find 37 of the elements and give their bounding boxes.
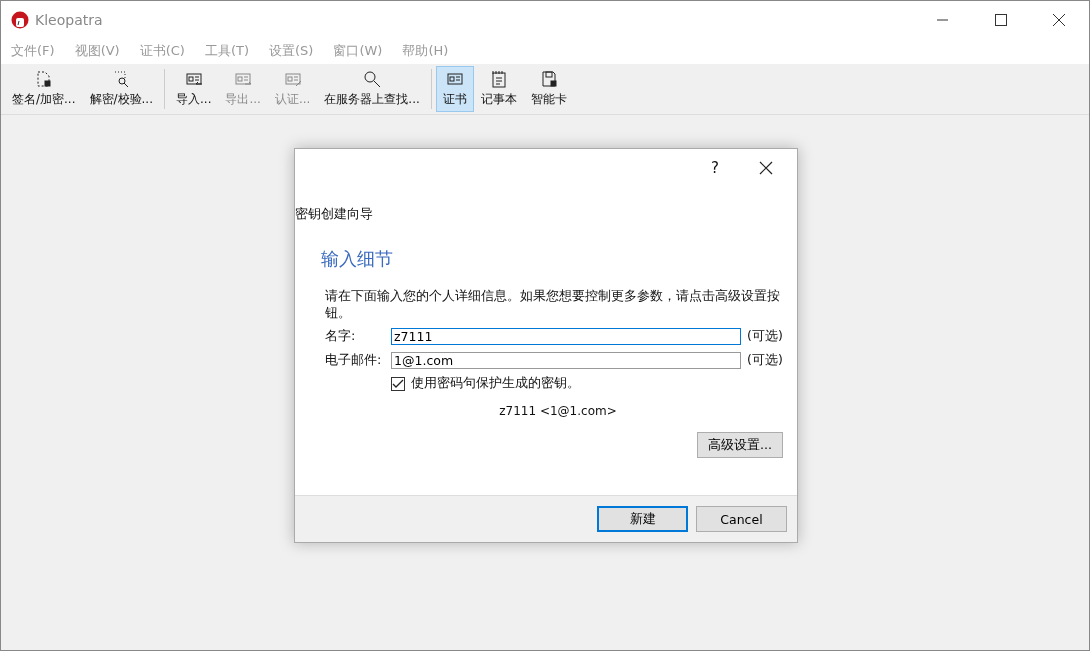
card-arrow-in-icon: [184, 70, 203, 88]
dialog-button[interactable]: Cancel: [696, 506, 787, 532]
close-icon[interactable]: [759, 161, 773, 175]
card-pen-icon: [283, 70, 302, 88]
dialog-title: 密钥创建向导: [295, 205, 374, 223]
signed-document-icon: [34, 70, 53, 88]
dialog-button[interactable]: 新建: [597, 506, 688, 532]
close-icon[interactable]: [1053, 13, 1065, 26]
user-id-preview: z7111 <1@1.com>: [499, 404, 617, 418]
floppy-icon: [539, 70, 558, 88]
toolbar-button[interactable]: 导入...: [169, 66, 219, 112]
toolbar-button[interactable]: 记事本: [473, 66, 524, 112]
description-text: 请在下面输入您的个人详细信息。如果您想要控制更多参数，请点击高级设置按钮。: [324, 287, 781, 321]
optional-note: (可选): [747, 351, 783, 369]
toolbar-button[interactable]: 签名/加密...: [5, 66, 83, 112]
input-field[interactable]: z7111: [391, 327, 741, 345]
toolbar-button[interactable]: 在服务器上查找...: [317, 66, 427, 112]
checkbox-label: 使用密码句保护生成的密钥。: [411, 375, 580, 392]
document-search-icon: [112, 70, 131, 88]
toolbar-button[interactable]: 证书: [435, 66, 474, 112]
toolbar-button[interactable]: 解密/校验...: [82, 66, 160, 112]
page-heading: 输入细节: [321, 247, 394, 271]
id-card-icon: [445, 70, 464, 88]
input-field[interactable]: 1@1.com: [391, 351, 741, 369]
help-button[interactable]: ?: [711, 159, 719, 177]
field-label: 名字:: [325, 327, 357, 345]
optional-note: (可选): [747, 327, 783, 345]
maximize-icon[interactable]: [995, 13, 1007, 26]
checkbox[interactable]: [391, 376, 405, 391]
app-logo-icon: [11, 10, 29, 29]
advanced-settings-button[interactable]: 高级设置...: [697, 432, 783, 458]
notepad-icon: [489, 70, 508, 88]
search-icon: [363, 70, 382, 88]
field-label: 电子邮件:: [325, 351, 383, 369]
window-title: Kleopatra: [35, 11, 103, 28]
toolbar-button[interactable]: 智能卡: [523, 66, 574, 112]
card-arrow-out-icon: [234, 70, 253, 88]
